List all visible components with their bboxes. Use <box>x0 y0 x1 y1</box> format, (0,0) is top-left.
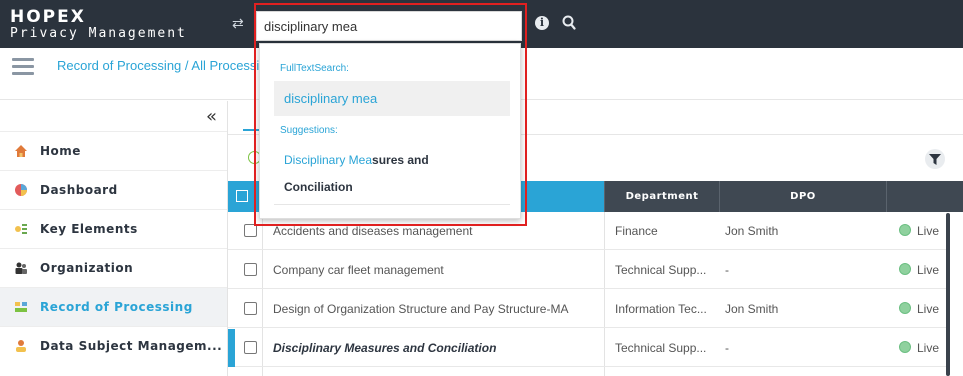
breadcrumb[interactable]: Record of Processing / All Processing <box>57 58 260 73</box>
search-suggestions-dropdown: FullTextSearch: disciplinary mea Suggest… <box>259 43 521 219</box>
status-cell: Live <box>917 224 940 238</box>
app-logo[interactable]: HOPEX Privacy Management <box>10 8 187 41</box>
sidebar-item-dashboard[interactable]: Dashboard <box>0 170 227 209</box>
sidebar-item-label: Key Elements <box>40 222 138 236</box>
select-all-checkbox[interactable] <box>236 190 248 202</box>
swap-arrows-icon[interactable]: ⇄ <box>232 15 244 32</box>
app-window: HOPEX Privacy Management ⇄ i Record of P… <box>0 0 963 376</box>
suggestion-rest: sures and <box>372 153 429 167</box>
status-live-icon <box>899 341 911 353</box>
dpo-cell: Jon Smith <box>725 224 779 238</box>
sidebar: « Home Dashboard Key Elements Organizati… <box>0 101 228 376</box>
table-row-selected[interactable]: Disciplinary Measures and Conciliation T… <box>228 329 948 367</box>
sidebar-item-label: Data Subject Managem... <box>40 339 223 353</box>
suggestion-item[interactable]: Disciplinary Measures and <box>284 153 429 167</box>
table-scrollbar[interactable] <box>946 213 950 376</box>
status-cell: Live <box>917 341 940 355</box>
department-cell: Technical Supp... <box>615 341 707 355</box>
processing-name[interactable]: Company car fleet management <box>273 251 444 289</box>
table-row[interactable]: Company car fleet management Technical S… <box>228 251 948 289</box>
sidebar-item-home[interactable]: Home <box>0 131 227 170</box>
info-icon[interactable]: i <box>535 16 549 30</box>
department-cell: Finance <box>615 224 658 238</box>
column-header-status[interactable] <box>886 181 963 212</box>
collapse-sidebar-icon[interactable]: « <box>206 106 217 127</box>
processing-name[interactable]: Design of Organization Structure and Pay… <box>273 290 568 328</box>
row-selection-marker <box>228 329 235 367</box>
status-live-icon <box>899 263 911 275</box>
fulltext-search-option[interactable]: disciplinary mea <box>274 81 510 116</box>
key-elements-icon <box>15 224 27 234</box>
filter-icon[interactable] <box>925 149 945 169</box>
row-checkbox[interactable] <box>244 302 257 315</box>
row-checkbox[interactable] <box>244 263 257 276</box>
sidebar-collapse-row: « <box>0 101 227 131</box>
sidebar-item-data-subject-management[interactable]: Data Subject Managem... <box>0 326 227 365</box>
dashboard-icon <box>15 184 27 196</box>
home-icon <box>15 145 27 157</box>
dpo-cell: Jon Smith <box>725 302 779 316</box>
sidebar-item-key-elements[interactable]: Key Elements <box>0 209 227 248</box>
global-search-input[interactable] <box>257 12 521 40</box>
status-live-icon <box>899 302 911 314</box>
column-header-dpo[interactable]: DPO <box>719 181 886 212</box>
sidebar-item-label: Organization <box>40 261 134 275</box>
department-cell: Technical Supp... <box>615 263 707 277</box>
fulltext-section-label: FullTextSearch: <box>280 63 349 74</box>
top-bar: HOPEX Privacy Management ⇄ i <box>0 0 963 48</box>
row-checkbox[interactable] <box>244 224 257 237</box>
suggestion-item-line2[interactable]: Conciliation <box>284 180 353 194</box>
dropdown-divider <box>274 204 510 205</box>
status-live-icon <box>899 224 911 236</box>
data-subject-icon <box>16 340 26 352</box>
global-search-box <box>256 11 522 41</box>
suggestion-match: Disciplinary Mea <box>284 153 373 167</box>
sidebar-item-label: Dashboard <box>40 183 118 197</box>
suggestions-section-label: Suggestions: <box>280 125 338 136</box>
dpo-cell: - <box>725 263 729 277</box>
dpo-cell: - <box>725 341 729 355</box>
organization-icon <box>15 262 27 274</box>
sidebar-item-organization[interactable]: Organization <box>0 248 227 287</box>
processing-name[interactable]: Disciplinary Measures and Conciliation <box>273 329 496 367</box>
table-row[interactable]: Design of Organization Structure and Pay… <box>228 290 948 328</box>
column-header-department[interactable]: Department <box>604 181 719 212</box>
logo-brand: HOPEX <box>10 7 86 27</box>
hamburger-menu-icon[interactable] <box>12 58 34 75</box>
department-cell: Information Tec... <box>615 302 707 316</box>
sidebar-item-record-of-processing[interactable]: Record of Processing <box>0 287 227 326</box>
status-cell: Live <box>917 263 940 277</box>
status-cell: Live <box>917 302 940 316</box>
row-checkbox[interactable] <box>244 341 257 354</box>
logo-product-name: Privacy Management <box>10 26 187 41</box>
record-icon <box>15 302 27 312</box>
sidebar-item-label: Record of Processing <box>40 300 193 314</box>
search-icon[interactable] <box>562 15 576 31</box>
sidebar-item-label: Home <box>40 144 81 158</box>
